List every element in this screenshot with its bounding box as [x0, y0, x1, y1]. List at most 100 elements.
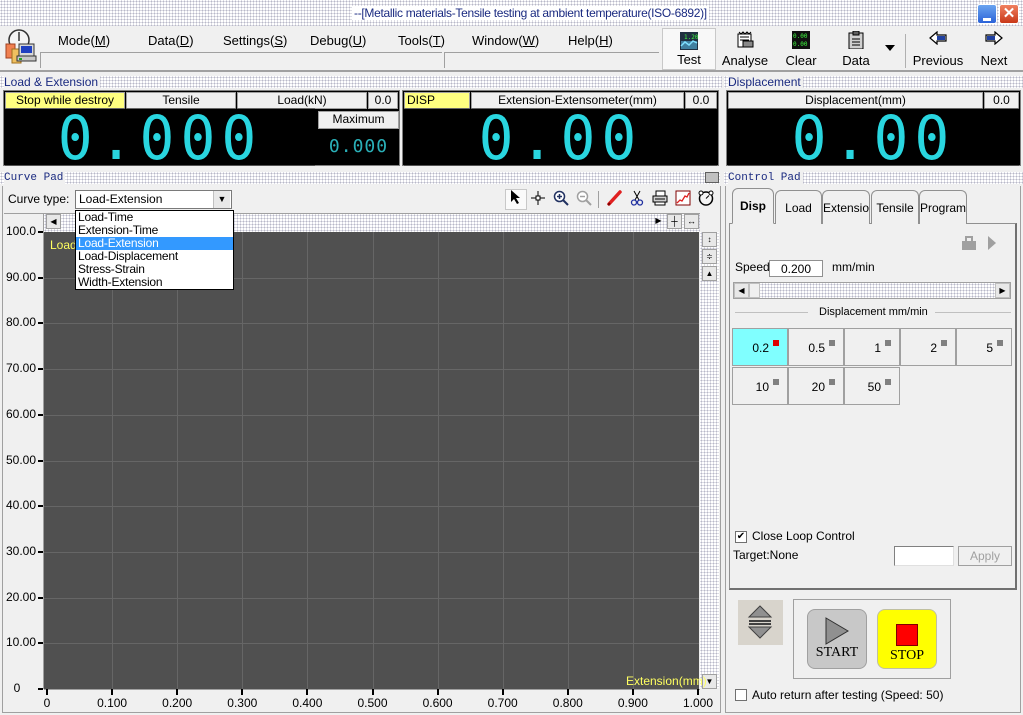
speed-preset-button[interactable]: 10	[732, 367, 788, 405]
scissors-icon[interactable]	[627, 190, 647, 209]
load-extension-header	[0, 76, 722, 88]
tab-program[interactable]: Program	[919, 190, 967, 224]
curve-option-width-extension[interactable]: Width-Extension	[76, 276, 233, 289]
y-gridline	[44, 369, 699, 371]
y-gridline	[44, 460, 699, 462]
y-gridline	[44, 597, 699, 599]
test-label: Test	[677, 52, 701, 67]
tab-extension[interactable]: Extension	[822, 190, 870, 224]
test-button[interactable]: 1.20 Test	[662, 28, 716, 70]
y-tick	[38, 231, 43, 233]
menu-tools[interactable]: Tools(T)	[398, 33, 445, 48]
x-tick-label: 0.900	[617, 696, 648, 710]
speed-preset-button[interactable]: 0.2	[732, 328, 788, 366]
x-tick-label: 0.700	[487, 696, 518, 710]
target-input[interactable]	[894, 546, 954, 566]
speed-preset-value: 2	[930, 341, 937, 355]
y-zoom-in-button[interactable]: ↕	[702, 232, 717, 247]
zoom-in-icon[interactable]	[551, 190, 571, 209]
x-fit-button[interactable]: ↔	[684, 214, 699, 229]
pointer-icon[interactable]	[506, 190, 526, 209]
x-tick	[46, 689, 48, 695]
speed-preset-button[interactable]: 50	[844, 367, 900, 405]
previous-label: Previous	[912, 53, 964, 68]
speed-indicator-icon	[885, 340, 891, 346]
clear-label: Clear	[785, 53, 817, 68]
y-axis-area	[4, 213, 44, 689]
clear-button[interactable]: 0.00 0.00 Clear	[780, 28, 822, 70]
zoom-out-icon[interactable]	[574, 190, 594, 209]
close-button[interactable]: ✕	[999, 4, 1019, 24]
next-label: Next	[980, 53, 1008, 68]
jog-button[interactable]	[738, 600, 783, 645]
printer-icon[interactable]	[650, 190, 670, 209]
crosshair-icon[interactable]	[528, 190, 548, 209]
menu-help[interactable]: Help(H)	[568, 33, 613, 48]
y-tick	[38, 505, 43, 508]
y-tick-label: 60.00	[5, 406, 36, 421]
tab-load[interactable]: Load	[775, 190, 822, 224]
scroll-left-button[interactable]: ◀	[46, 214, 61, 229]
y-tick-label: 30.00	[5, 543, 36, 558]
menu-mode[interactable]: Mode(M)	[58, 33, 110, 48]
speed-preset-value: 50	[867, 380, 881, 394]
y-gridline	[44, 414, 699, 416]
speed-input[interactable]	[769, 260, 823, 277]
menu-data[interactable]: Data(D)	[148, 33, 194, 48]
speed-preset-button[interactable]: 20	[788, 367, 844, 405]
speed-preset-button[interactable]: 2	[900, 328, 956, 366]
data-button[interactable]: Data	[836, 28, 876, 70]
svg-text:1.20: 1.20	[684, 34, 698, 41]
y-tick-label: 90.00	[5, 269, 36, 284]
y-tick-label: 20.00	[5, 589, 36, 604]
speed-preset-button[interactable]: 1	[844, 328, 900, 366]
play-small-icon[interactable]	[987, 236, 997, 250]
curve-pad-maximize-button[interactable]	[705, 172, 719, 183]
start-label: START	[815, 645, 859, 660]
menu-window[interactable]: Window(W)	[472, 33, 539, 48]
y-tick-label: 50.00	[5, 452, 36, 467]
tab-disp[interactable]: Disp	[732, 188, 774, 224]
maximum-label: Maximum	[318, 111, 399, 129]
speed-preset-button[interactable]: 0.5	[788, 328, 844, 366]
chevron-down-icon[interactable]: ▼	[213, 191, 230, 208]
auto-return-checkbox[interactable]	[735, 689, 747, 701]
analyse-button[interactable]: Analyse	[720, 28, 770, 70]
menu-debug[interactable]: Debug(U)	[310, 33, 366, 48]
pen-icon[interactable]	[604, 190, 624, 209]
data-dropdown-arrow-icon[interactable]	[885, 45, 895, 51]
apply-button[interactable]: Apply	[958, 546, 1012, 566]
curve-chart-icon[interactable]	[673, 190, 693, 209]
y-fit-button[interactable]: ≑	[702, 249, 717, 264]
x-tick	[176, 689, 179, 695]
previous-button[interactable]: Previous	[910, 28, 966, 70]
control-pad-title: Control Pad	[728, 172, 803, 185]
svg-text:0.00: 0.00	[793, 41, 808, 48]
speed-preset-button[interactable]: 5	[956, 328, 1012, 366]
y-gridline	[44, 551, 699, 553]
y-tick-label: 80.00	[5, 315, 36, 330]
minimize-button[interactable]	[977, 4, 997, 24]
x-zoom-in-button[interactable]: ┼	[667, 214, 682, 229]
y-gridline	[44, 506, 699, 508]
scroll-up-button[interactable]: ▲	[702, 266, 717, 281]
curve-type-select[interactable]: Load-Extension	[75, 190, 232, 209]
tab-tensile[interactable]: Tensile	[871, 190, 919, 224]
slider-thumb[interactable]	[749, 283, 760, 298]
close-loop-checkbox[interactable]: ✔	[735, 531, 747, 543]
slider-left-button[interactable]: ◀	[734, 283, 749, 298]
speed-slider[interactable]	[733, 282, 1011, 299]
scroll-right-button[interactable]: ▶	[651, 214, 666, 229]
start-button[interactable]: START	[807, 609, 867, 669]
app-logo-icon	[5, 29, 37, 64]
displacement-display: 0.00	[728, 108, 1019, 169]
menu-settings[interactable]: Settings(S)	[223, 33, 287, 48]
stop-button[interactable]: STOP	[877, 609, 937, 669]
speed-indicator-icon	[997, 340, 1003, 346]
slider-right-button[interactable]: ▶	[995, 283, 1010, 298]
timer-icon[interactable]	[696, 190, 716, 209]
lock-icon[interactable]	[961, 236, 977, 250]
next-button[interactable]: Next	[974, 28, 1014, 70]
x-tick-label: 0.500	[357, 696, 388, 710]
disp-mode-label[interactable]: DISP MODE	[404, 92, 470, 122]
